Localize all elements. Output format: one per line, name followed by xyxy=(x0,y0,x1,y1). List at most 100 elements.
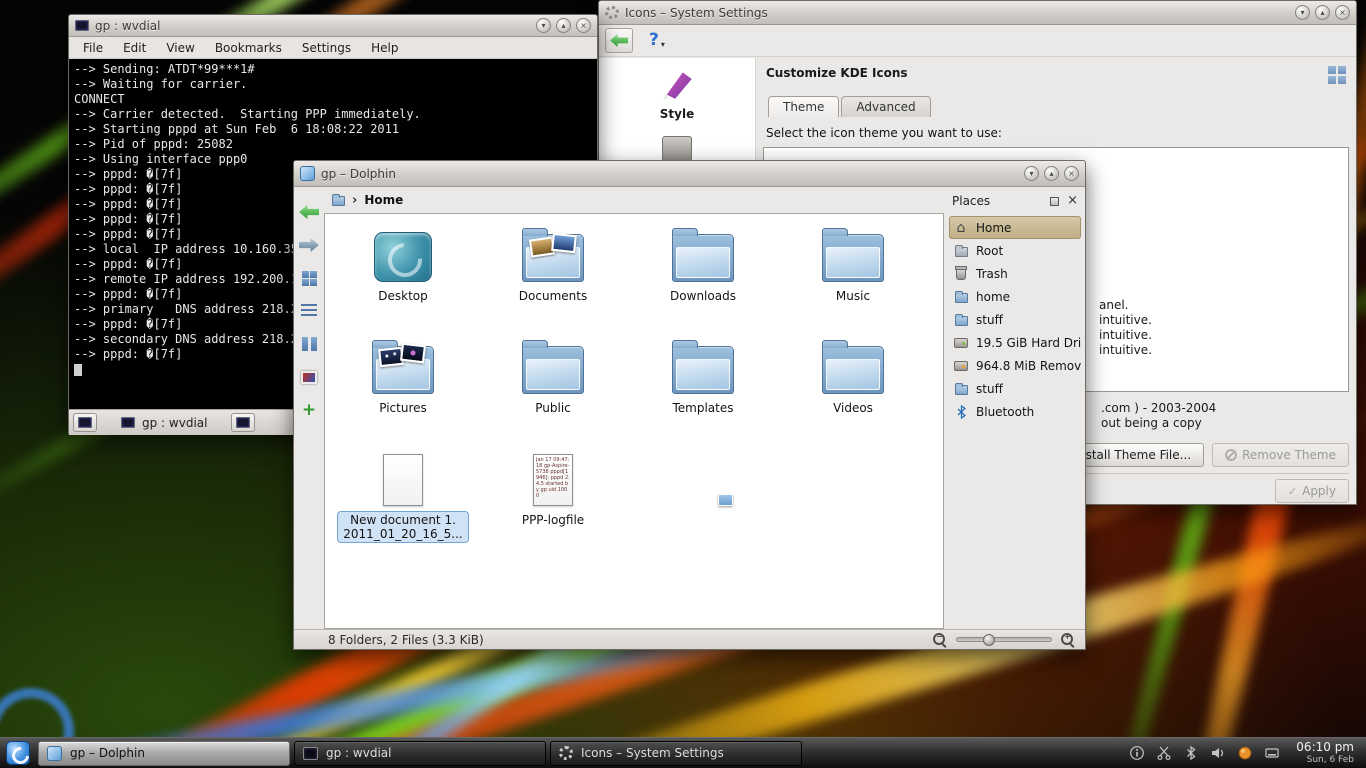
terminal-line: --> Waiting for carrier. xyxy=(74,77,592,92)
minimize-button[interactable]: ▾ xyxy=(1024,166,1039,181)
place-root[interactable]: Root xyxy=(949,239,1081,262)
theme-select-label: Select the icon theme you want to use: xyxy=(766,126,1346,140)
folder-item[interactable]: Pictures xyxy=(328,332,478,444)
icon-grid-overview-icon[interactable] xyxy=(1328,66,1346,84)
detach-panel-icon[interactable] xyxy=(1050,197,1059,206)
tab-advanced[interactable]: Advanced xyxy=(841,96,930,117)
dolphin-titlebar[interactable]: gp – Dolphin ▾ ▴ × xyxy=(294,161,1085,187)
zoom-in-icon[interactable]: + xyxy=(1061,633,1075,647)
device-notifier-icon[interactable] xyxy=(1264,745,1280,761)
dolphin-window: gp – Dolphin ▾ ▴ × › Home + xyxy=(293,160,1086,650)
back-button[interactable] xyxy=(605,28,633,53)
taskbar-item-system-settings[interactable]: Icons – System Settings xyxy=(550,741,802,766)
menu-settings[interactable]: Settings xyxy=(302,41,351,55)
remove-theme-button[interactable]: Remove Theme xyxy=(1212,443,1349,467)
notifications-icon[interactable] xyxy=(1129,745,1145,761)
file-item[interactable]: Jan 17 09:47:18 gp-Aspire-5738 pppd[1946… xyxy=(478,444,628,556)
forward-button[interactable] xyxy=(298,236,320,254)
dolphin-statusbar: 8 Folders, 2 Files (3.3 KiB) − + xyxy=(294,629,1085,649)
close-panel-icon[interactable]: × xyxy=(1067,196,1078,206)
menu-bookmarks[interactable]: Bookmarks xyxy=(215,41,282,55)
next-category-icon[interactable] xyxy=(662,136,692,162)
close-button[interactable]: × xyxy=(576,18,591,33)
breadcrumb-folder-icon[interactable] xyxy=(332,196,345,206)
place-trash[interactable]: Trash xyxy=(949,262,1081,285)
columns-view-icon xyxy=(302,337,317,351)
settings-titlebar[interactable]: Icons – System Settings ▾ ▴ × xyxy=(599,1,1356,25)
zoom-slider-handle[interactable] xyxy=(983,634,995,646)
taskbar-item-wvdial[interactable]: gp : wvdial xyxy=(294,741,546,766)
theme-description-text: out being a copy xyxy=(1101,416,1202,430)
maximize-button[interactable]: ▴ xyxy=(1315,5,1330,20)
network-icon[interactable] xyxy=(1237,745,1253,761)
terminal-title: gp : wvdial xyxy=(95,19,160,33)
remove-icon xyxy=(1225,449,1237,461)
plus-icon: + xyxy=(302,403,316,417)
folder-item[interactable]: Public xyxy=(478,332,628,444)
klipper-icon[interactable] xyxy=(1156,745,1172,761)
place-folder-stuff[interactable]: stuff xyxy=(949,308,1081,331)
style-icon[interactable] xyxy=(659,68,695,102)
zoom-out-icon[interactable]: − xyxy=(933,633,947,647)
folder-item[interactable]: Videos xyxy=(778,332,928,444)
breadcrumb-home[interactable]: Home xyxy=(364,193,403,207)
apply-button[interactable]: ✓ Apply xyxy=(1275,479,1349,503)
menu-help[interactable]: Help xyxy=(371,41,398,55)
clock-time: 06:10 pm xyxy=(1296,741,1354,755)
terminal-tab-label: gp : wvdial xyxy=(142,416,207,430)
taskbar-item-dolphin[interactable]: gp – Dolphin xyxy=(38,741,290,766)
folder-item[interactable]: Documents xyxy=(478,220,628,332)
folder-icon xyxy=(955,316,968,326)
text-file-icon: Jan 17 09:47:18 gp-Aspire-5738 pppd[1946… xyxy=(533,454,573,506)
maximize-button[interactable]: ▴ xyxy=(556,18,571,33)
columns-view-button[interactable] xyxy=(298,335,320,353)
place-removable-drive[interactable]: 964.8 MiB Remov... xyxy=(949,354,1081,377)
place-home[interactable]: ⌂ Home xyxy=(949,216,1081,239)
menu-file[interactable]: File xyxy=(83,41,103,55)
application-launcher-button[interactable] xyxy=(0,738,36,768)
menu-view[interactable]: View xyxy=(166,41,194,55)
close-button[interactable]: × xyxy=(1335,5,1350,20)
split-view-button[interactable]: + xyxy=(298,401,320,419)
terminal-titlebar[interactable]: gp : wvdial ▾ ▴ × xyxy=(69,15,597,37)
folder-item[interactable]: Music xyxy=(778,220,928,332)
back-button[interactable] xyxy=(298,203,320,221)
place-folder-stuff2[interactable]: stuff xyxy=(949,377,1081,400)
preview-button[interactable] xyxy=(298,368,320,386)
place-hard-drive[interactable]: 19.5 GiB Hard Drive xyxy=(949,331,1081,354)
new-tab-button[interactable] xyxy=(73,413,97,432)
minimize-button[interactable]: ▾ xyxy=(1295,5,1310,20)
help-button[interactable]: ? ▾ xyxy=(649,32,665,49)
terminal-cursor xyxy=(74,364,82,376)
terminal-line: --> Carrier detected. Starting PPP immed… xyxy=(74,107,592,122)
tab-list-icon xyxy=(236,417,250,428)
file-view[interactable]: Desktop Documents Downloads Music xyxy=(324,213,944,629)
theme-description-text: .com ) - 2003-2004 xyxy=(1101,401,1216,415)
details-view-button[interactable] xyxy=(298,302,320,320)
place-bluetooth[interactable]: Bluetooth xyxy=(949,400,1081,423)
sidebar-item-style[interactable]: Style xyxy=(660,107,694,121)
digital-clock[interactable]: 06:10 pm Sun, 6 Feb xyxy=(1290,741,1366,765)
folder-item[interactable]: Desktop xyxy=(328,220,478,332)
file-item-selected[interactable]: New document 1. 2011_01_20_16_5... xyxy=(328,444,478,556)
maximize-button[interactable]: ▴ xyxy=(1044,166,1059,181)
close-button[interactable]: × xyxy=(1064,166,1079,181)
back-arrow-icon xyxy=(299,205,319,219)
gear-icon xyxy=(559,746,573,760)
place-folder-home[interactable]: home xyxy=(949,285,1081,308)
menu-edit[interactable]: Edit xyxy=(123,41,146,55)
bluetooth-icon[interactable] xyxy=(1183,745,1199,761)
tab-theme[interactable]: Theme xyxy=(768,96,839,117)
folder-item[interactable]: Templates xyxy=(628,332,778,444)
dolphin-icon xyxy=(300,166,315,181)
icons-view-button[interactable] xyxy=(298,269,320,287)
zoom-slider[interactable] xyxy=(956,637,1052,642)
volume-icon[interactable] xyxy=(1210,745,1226,761)
terminal-menubar: File Edit View Bookmarks Settings Help xyxy=(69,37,597,59)
minimize-button[interactable]: ▾ xyxy=(536,18,551,33)
folder-item[interactable]: Downloads xyxy=(628,220,778,332)
trash-icon xyxy=(956,268,966,280)
terminal-tab[interactable]: gp : wvdial xyxy=(105,413,223,433)
tab-list-button[interactable] xyxy=(231,413,255,432)
page-title: Customize KDE Icons xyxy=(766,66,1346,80)
